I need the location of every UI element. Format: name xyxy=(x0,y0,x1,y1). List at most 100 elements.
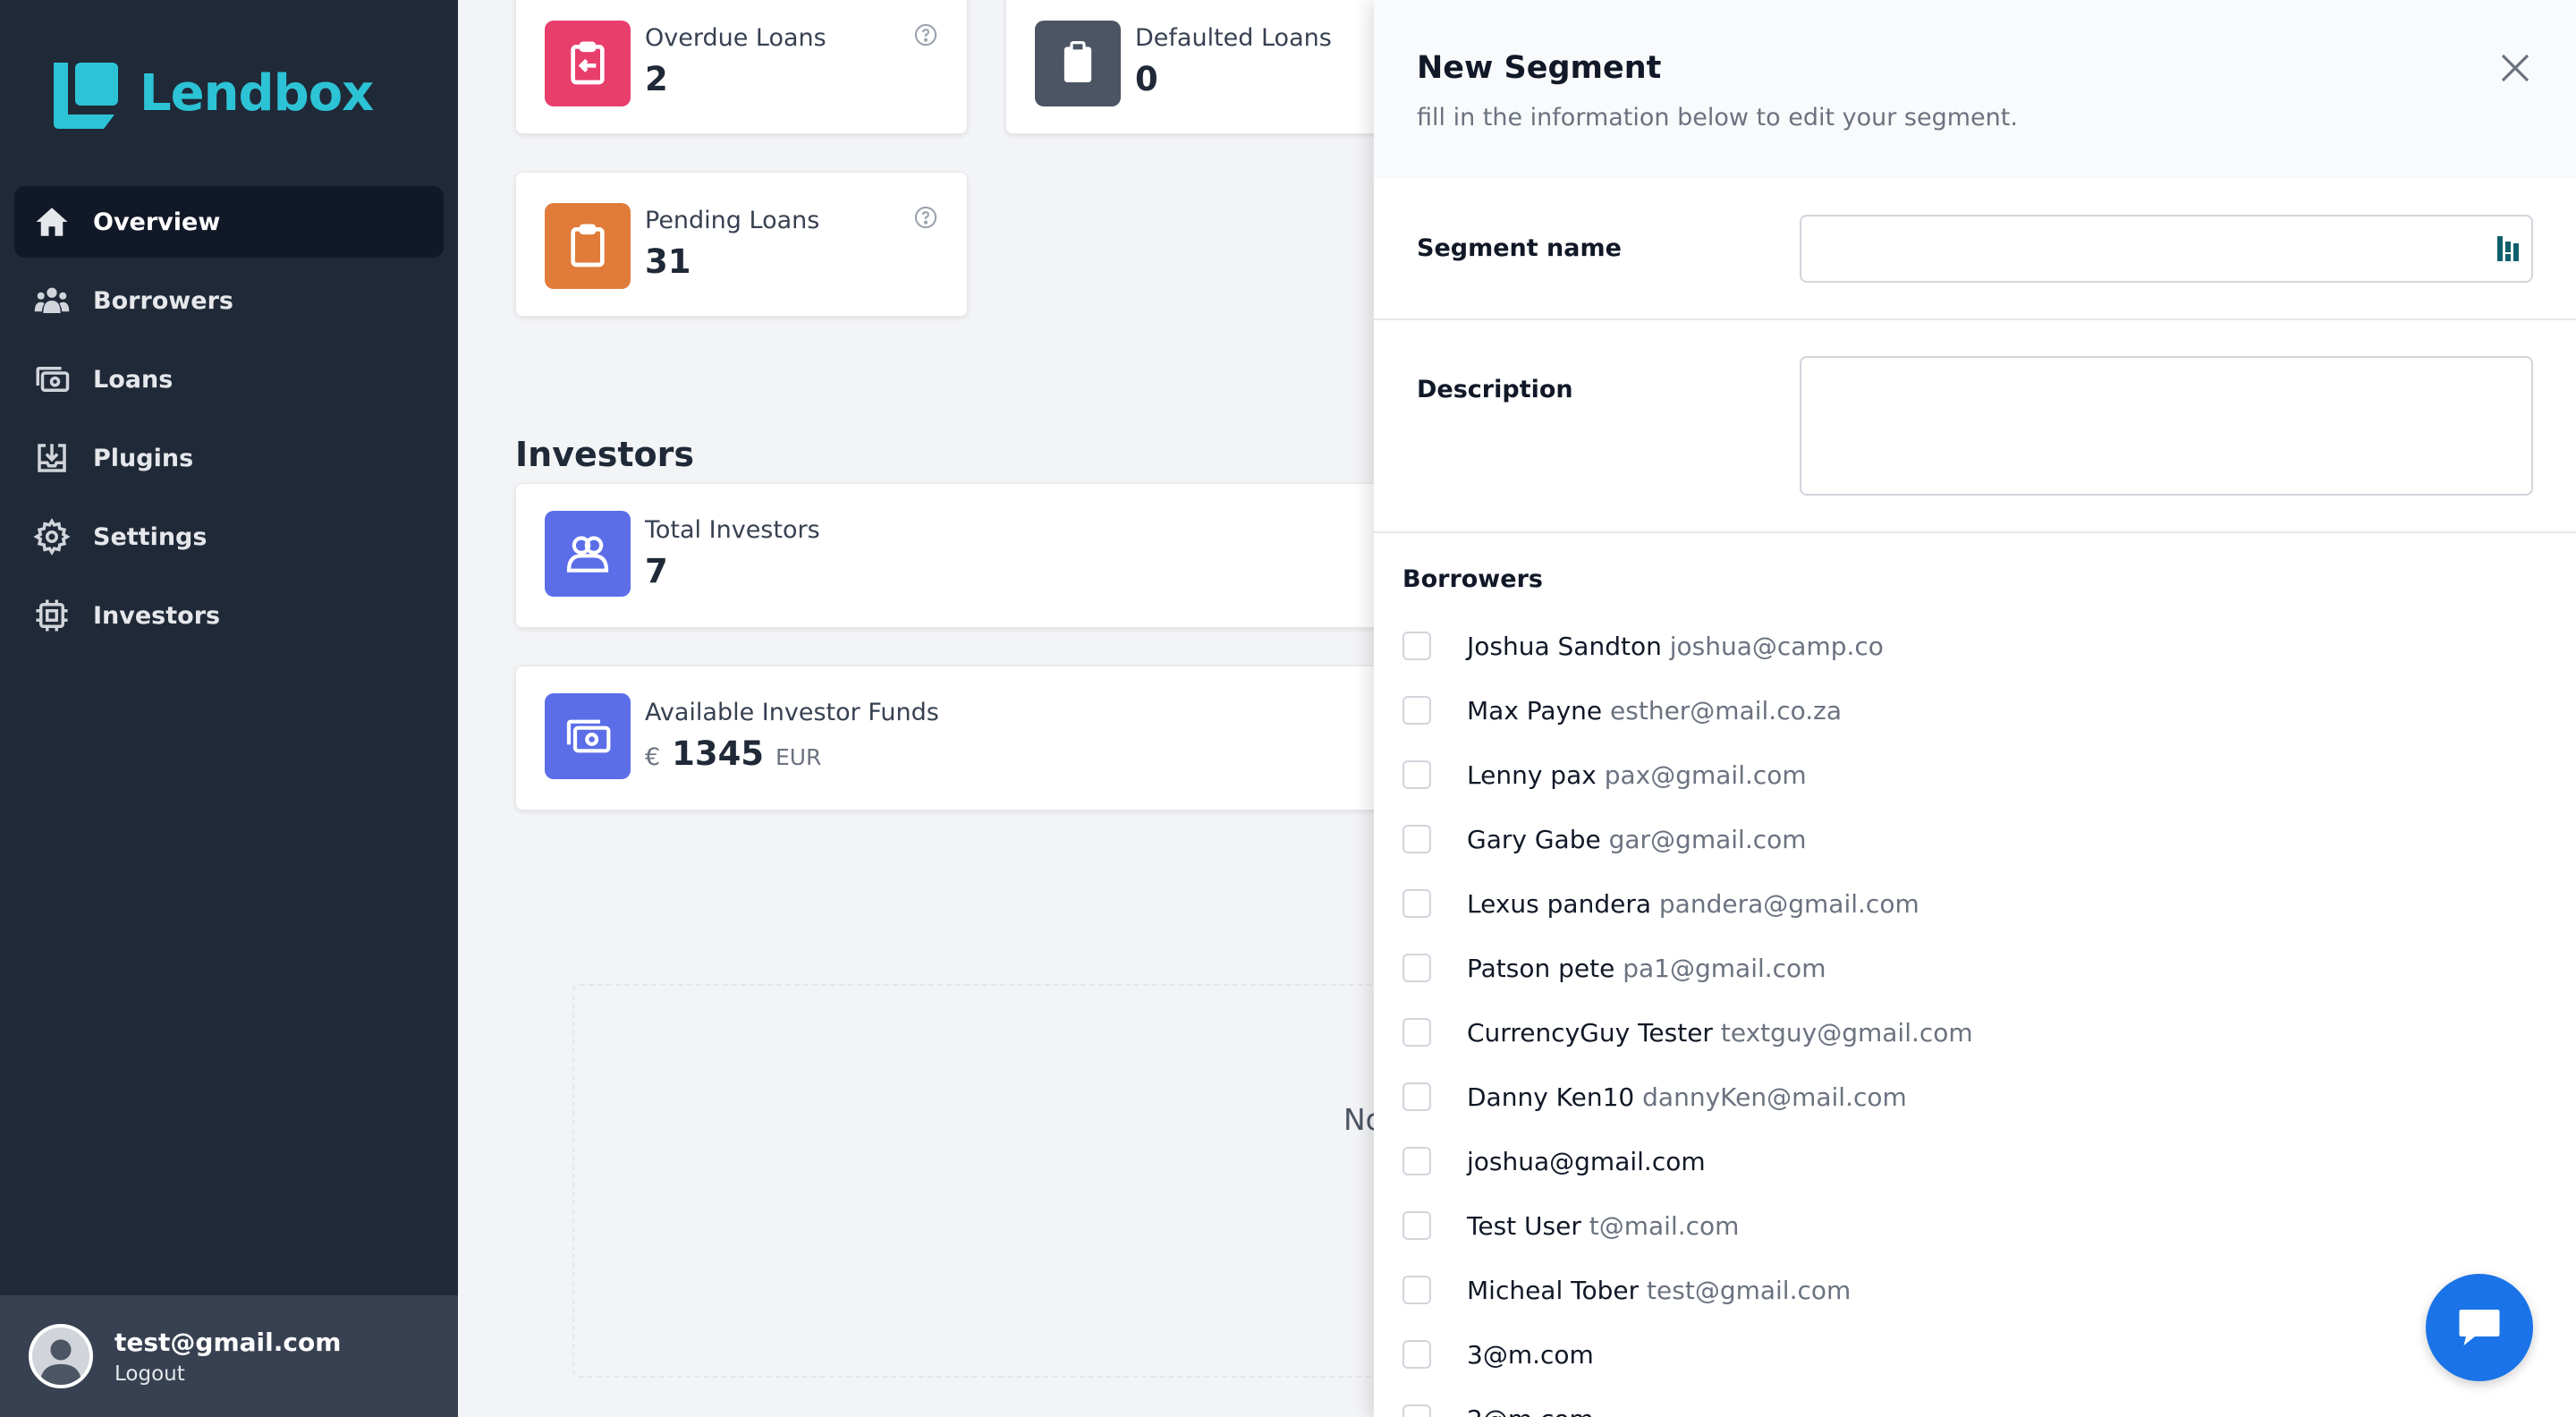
sidebar-item-borrowers[interactable]: Borrowers xyxy=(14,265,444,336)
description-label: Description xyxy=(1417,376,1573,403)
list-item: 2@m.com xyxy=(1402,1387,2547,1417)
panel-subtitle: fill in the information below to edit yo… xyxy=(1417,104,2018,132)
available-funds-card: Available Investor Funds € 1345 EUR xyxy=(515,666,1499,810)
card-title: Overdue Loans xyxy=(645,24,826,52)
list-item: Lexus pandera pandera@gmail.com xyxy=(1402,871,2547,936)
borrower-name: Patson pete xyxy=(1467,953,1615,983)
borrower-name: 2@m.com xyxy=(1467,1404,1594,1417)
brand-logo[interactable]: Lendbox xyxy=(50,55,374,131)
borrower-email: test@gmail.com xyxy=(1647,1275,1852,1305)
borrower-name: CurrencyGuy Tester xyxy=(1467,1017,1713,1048)
overdue-loans-card: Overdue Loans 2 xyxy=(515,0,968,134)
borrower-checkbox[interactable] xyxy=(1402,1340,1431,1369)
lendbox-logo-icon xyxy=(50,55,125,131)
borrower-label: Test User t@mail.com xyxy=(1467,1211,1739,1241)
list-item: Lenny pax pax@gmail.com xyxy=(1402,742,2547,807)
list-item: Patson pete pa1@gmail.com xyxy=(1402,936,2547,1000)
sidebar-item-label: Plugins xyxy=(93,444,194,472)
chip-icon xyxy=(32,596,72,635)
sidebar-item-label: Investors xyxy=(93,601,221,630)
pending-loans-icon xyxy=(545,203,631,289)
card-value: 31 xyxy=(645,242,691,281)
borrower-name: Gary Gabe xyxy=(1467,824,1601,854)
list-item: Joshua Sandton joshua@camp.co xyxy=(1402,614,2547,678)
help-icon[interactable] xyxy=(913,22,938,47)
borrower-name: Max Payne xyxy=(1467,695,1603,725)
sidebar-item-label: Settings xyxy=(93,522,208,551)
card-value: 2 xyxy=(645,60,668,98)
defaulted-loans-icon xyxy=(1035,21,1121,106)
chat-icon xyxy=(2459,1310,2500,1345)
list-item: Danny Ken10 dannyKen@mail.com xyxy=(1402,1065,2547,1129)
sidebar-item-loans[interactable]: Loans xyxy=(14,344,444,415)
divider xyxy=(1374,318,2576,320)
list-item: Micheal Tober test@gmail.com xyxy=(1402,1258,2547,1322)
borrower-checkbox[interactable] xyxy=(1402,954,1431,982)
investors-section-title: Investors xyxy=(515,435,694,474)
logout-link[interactable]: Logout xyxy=(114,1362,341,1386)
close-icon xyxy=(2501,54,2529,82)
borrower-email: pax@gmail.com xyxy=(1604,759,1807,790)
borrower-checkbox[interactable] xyxy=(1402,1082,1431,1111)
total-investors-icon xyxy=(545,511,631,597)
new-segment-panel: New Segment fill in the information belo… xyxy=(1374,0,2576,1417)
help-icon[interactable] xyxy=(913,205,938,230)
borrower-checkbox[interactable] xyxy=(1402,1147,1431,1175)
funds-amount: 1345 xyxy=(672,734,765,773)
borrower-name: Lexus pandera xyxy=(1467,888,1651,919)
card-title: Available Investor Funds xyxy=(645,699,939,726)
list-item: Gary Gabe gar@gmail.com xyxy=(1402,807,2547,871)
segment-name-input[interactable] xyxy=(1800,215,2533,283)
close-button[interactable] xyxy=(2494,47,2537,89)
borrower-label: Gary Gabe gar@gmail.com xyxy=(1467,825,1807,854)
borrower-email: pandera@gmail.com xyxy=(1658,888,1919,919)
card-value: 0 xyxy=(1135,60,1158,98)
borrower-email: pa1@gmail.com xyxy=(1623,953,1826,983)
panel-title: New Segment xyxy=(1417,50,1662,86)
borrower-name: joshua@gmail.com xyxy=(1467,1146,1706,1176)
users-icon xyxy=(32,281,72,320)
borrower-email: dannyKen@mail.com xyxy=(1642,1082,1907,1112)
sidebar-item-settings[interactable]: Settings xyxy=(14,501,444,573)
currency-symbol: € xyxy=(645,743,661,771)
sidebar-item-label: Overview xyxy=(93,208,221,236)
password-manager-icon[interactable] xyxy=(2497,234,2519,263)
list-item: joshua@gmail.com xyxy=(1402,1129,2547,1193)
borrower-checkbox[interactable] xyxy=(1402,889,1431,918)
borrower-list: Joshua Sandton joshua@camp.co Max Payne … xyxy=(1402,614,2547,1417)
borrower-checkbox[interactable] xyxy=(1402,760,1431,789)
borrower-checkbox[interactable] xyxy=(1402,1276,1431,1304)
sidebar-item-overview[interactable]: Overview xyxy=(14,186,444,258)
borrower-name: Micheal Tober xyxy=(1467,1275,1640,1305)
borrower-name: Danny Ken10 xyxy=(1467,1082,1635,1112)
sidebar-item-label: Loans xyxy=(93,365,174,394)
avatar[interactable] xyxy=(29,1324,93,1388)
sidebar-nav: Overview Borrowers Loans Plugins Setting… xyxy=(14,186,444,658)
borrower-label: CurrencyGuy Tester textguy@gmail.com xyxy=(1467,1018,1973,1048)
sidebar-item-label: Borrowers xyxy=(93,286,233,315)
user-email: test@gmail.com xyxy=(114,1327,342,1357)
list-item: CurrencyGuy Tester textguy@gmail.com xyxy=(1402,1000,2547,1065)
borrower-name: Joshua Sandton xyxy=(1467,631,1662,661)
borrowers-title: Borrowers xyxy=(1402,565,1543,593)
borrower-checkbox[interactable] xyxy=(1402,632,1431,660)
borrower-email: joshua@camp.co xyxy=(1669,631,1884,661)
card-title: Total Investors xyxy=(645,516,820,544)
borrower-checkbox[interactable] xyxy=(1402,1404,1431,1417)
sidebar-item-plugins[interactable]: Plugins xyxy=(14,422,444,494)
sidebar-item-investors[interactable]: Investors xyxy=(14,580,444,651)
borrower-checkbox[interactable] xyxy=(1402,1018,1431,1047)
borrower-checkbox[interactable] xyxy=(1402,1211,1431,1240)
empty-state-box xyxy=(572,984,1467,1378)
borrower-label: Patson pete pa1@gmail.com xyxy=(1467,954,1826,983)
borrower-checkbox[interactable] xyxy=(1402,696,1431,725)
borrower-label: 2@m.com xyxy=(1467,1404,1594,1417)
user-info: test@gmail.com Logout xyxy=(114,1328,341,1386)
chat-button[interactable] xyxy=(2426,1274,2533,1381)
gear-icon xyxy=(32,517,72,556)
list-item: Max Payne esther@mail.co.za xyxy=(1402,678,2547,742)
overdue-loans-icon xyxy=(545,21,631,106)
borrower-checkbox[interactable] xyxy=(1402,825,1431,853)
description-textarea[interactable] xyxy=(1800,356,2533,496)
borrower-label: 3@m.com xyxy=(1467,1340,1594,1370)
